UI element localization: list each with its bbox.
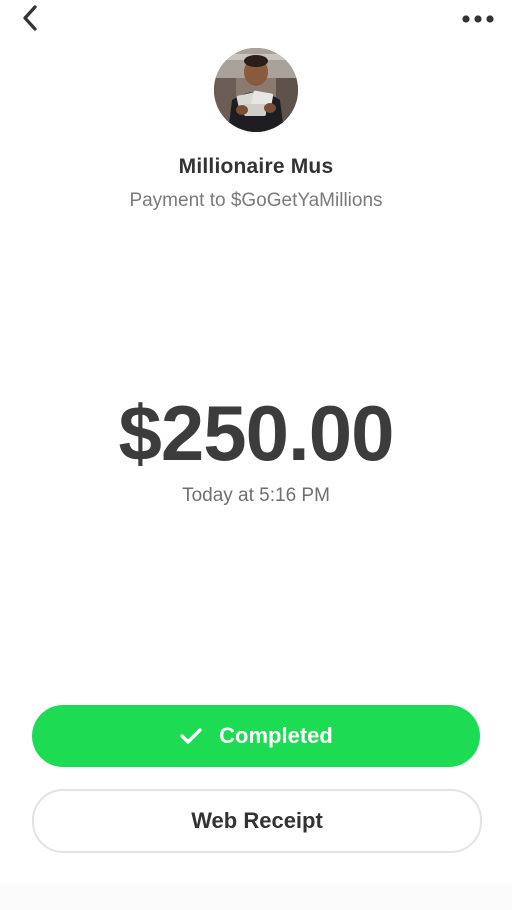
web-receipt-button[interactable]: Web Receipt [32,789,482,853]
completed-status-button[interactable]: Completed [32,705,480,767]
back-button[interactable] [12,2,48,38]
payment-note: Payment to $GoGetYaMillions [129,190,383,211]
completed-status-label: Completed [219,723,333,748]
payment-amount: $250.00 [118,389,395,477]
web-receipt-label: Web Receipt [191,808,323,833]
bottom-safe-area [0,884,512,910]
check-icon [179,726,203,746]
more-horizontal-icon [461,11,495,29]
payment-timestamp: Today at 5:16 PM [182,485,330,506]
chevron-left-icon [20,4,40,37]
more-options-button[interactable] [458,4,498,36]
recipient-name: Millionaire Mus [178,155,334,178]
avatar [214,48,298,132]
profile-photo [214,48,298,132]
